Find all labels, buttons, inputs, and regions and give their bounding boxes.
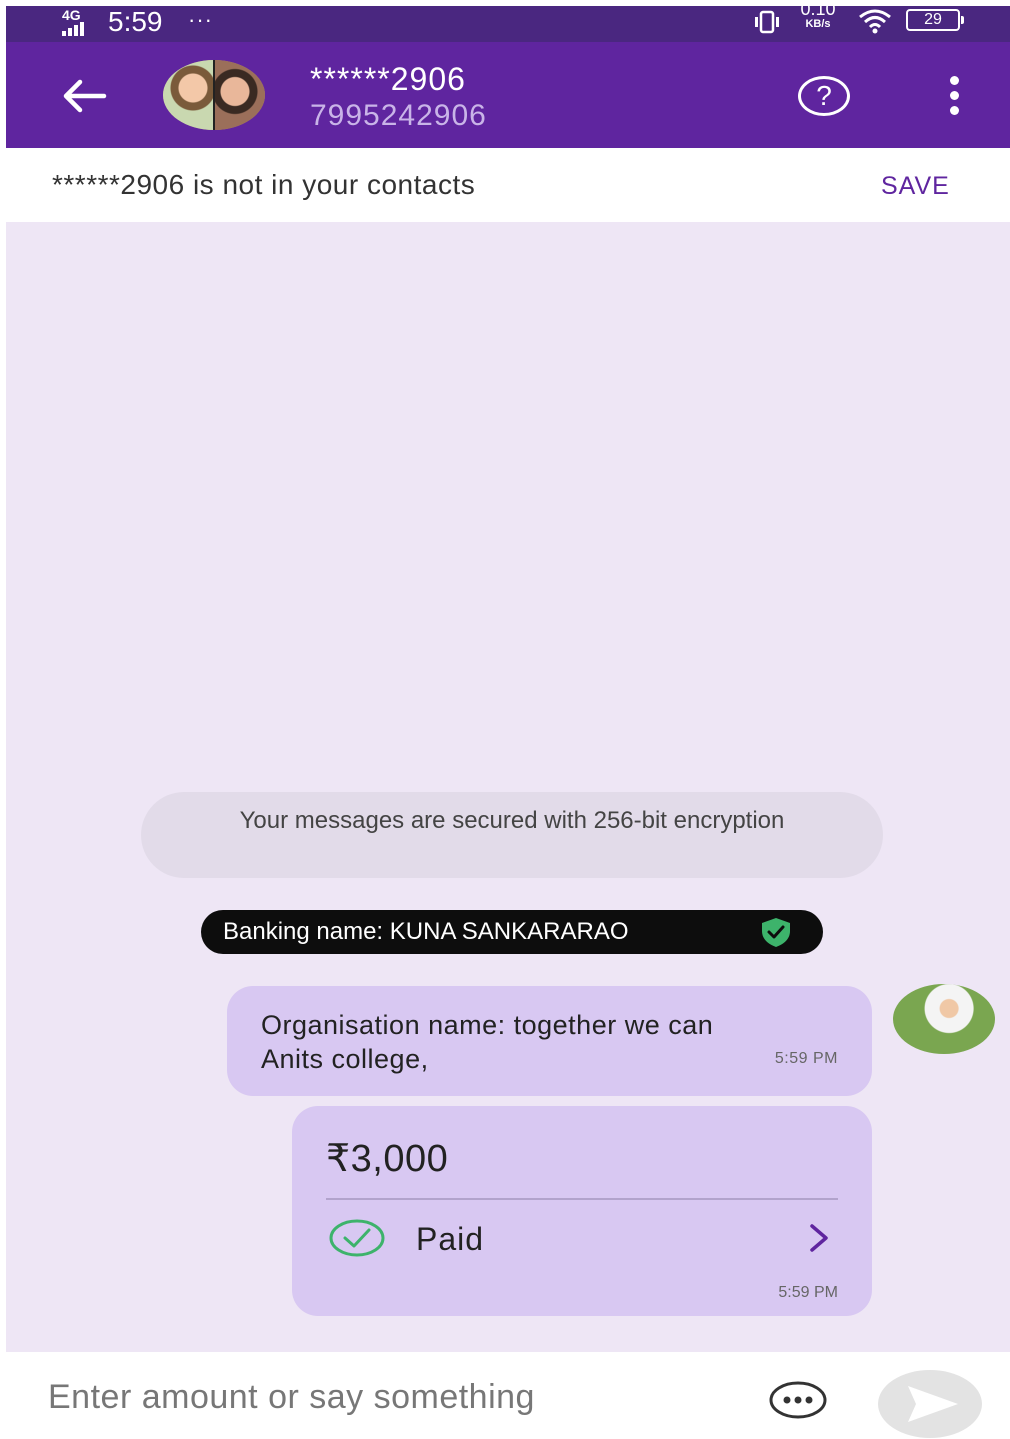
payment-amount: ₹3,000: [326, 1138, 449, 1180]
network-speed: 0.10 KB/s: [790, 6, 846, 30]
avatar-photo-left: [163, 60, 213, 130]
network-type: 4G: [62, 7, 81, 23]
contact-avatar[interactable]: [163, 60, 265, 130]
chat-thread[interactable]: Your messages are secured with 256-bit e…: [6, 222, 1010, 1352]
message-input[interactable]: [46, 1372, 740, 1422]
payment-divider: [326, 1198, 838, 1200]
chevron-right-icon[interactable]: [802, 1218, 836, 1258]
sender-avatar[interactable]: [893, 984, 995, 1054]
message-text-line1: Organisation name: together we can: [261, 1010, 714, 1040]
wifi-icon: [859, 9, 891, 34]
more-vertical-icon[interactable]: [936, 74, 976, 118]
send-button[interactable]: [878, 1370, 982, 1438]
message-text-line2: Anits college,: [261, 1044, 429, 1074]
send-icon: [908, 1386, 958, 1422]
battery-icon: 29: [906, 9, 964, 31]
composer-bar: [6, 1352, 1010, 1439]
chat-options-icon[interactable]: [768, 1380, 828, 1420]
avatar-photo-right: [215, 60, 265, 130]
status-bar: 4G 5:59 ··· 0.10 KB/s 29: [6, 6, 1010, 42]
signal-icon: [62, 22, 90, 36]
phone-screen: 4G 5:59 ··· 0.10 KB/s 29 ******2906 7995…: [6, 6, 1010, 1439]
not-in-contacts-banner: ******2906 is not in your contacts SAVE: [6, 148, 1010, 222]
not-in-contacts-text: ******2906 is not in your contacts: [52, 169, 476, 200]
status-time: 5:59: [108, 6, 163, 37]
speed-unit: KB/s: [805, 18, 831, 30]
payment-card[interactable]: ₹3,000 Paid 5:59 PM: [292, 1106, 872, 1316]
arrow-left-icon: [63, 79, 107, 113]
message-timestamp: 5:59 PM: [774, 1050, 838, 1067]
avatar-divider: [213, 60, 215, 130]
encryption-notice: Your messages are secured with 256-bit e…: [141, 792, 883, 878]
chat-header: ******2906 7995242906 ?: [6, 42, 1010, 148]
check-circle-icon: [329, 1219, 385, 1257]
payment-status: Paid: [416, 1221, 485, 1257]
vibrate-icon: [755, 10, 779, 34]
verified-shield-icon: [762, 918, 790, 947]
notification-dots: ···: [188, 7, 213, 32]
banking-name-badge: Banking name: KUNA SANKARARAO: [201, 910, 823, 954]
payment-timestamp: 5:59 PM: [778, 1284, 838, 1301]
banking-name-text: Banking name: KUNA SANKARARAO: [223, 918, 629, 945]
contact-phone: 7995242906: [310, 99, 487, 132]
save-contact-button[interactable]: SAVE: [881, 170, 950, 202]
back-button[interactable]: [54, 70, 114, 122]
message-bubble[interactable]: Organisation name: together we can Anits…: [227, 986, 872, 1096]
help-circle-icon[interactable]: ?: [798, 76, 850, 116]
contact-name[interactable]: ******2906: [310, 60, 466, 98]
